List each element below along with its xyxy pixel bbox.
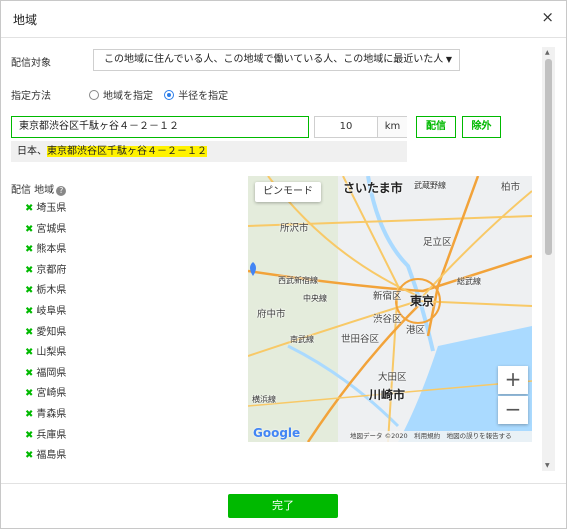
delivery-target-label: 配信対象	[11, 58, 51, 69]
remove-icon[interactable]: ✖	[25, 244, 33, 255]
radio-area-icon[interactable]	[89, 90, 99, 100]
region-item: ✖ 愛知県	[25, 326, 66, 347]
map-label: 西武新宿線	[278, 276, 318, 285]
region-name: 栃木県	[36, 285, 67, 297]
region-list-title-text: 配信 地域	[11, 185, 55, 196]
pin-mode-button[interactable]: ピンモード	[255, 182, 321, 202]
map-label: 新宿区	[373, 291, 402, 302]
scroll-down-icon[interactable]: ▼	[545, 462, 550, 469]
radius-distance-field: 10 km	[314, 116, 407, 138]
region-item: ✖ 山梨県	[25, 346, 66, 367]
done-button[interactable]: 完了	[228, 494, 338, 518]
region-name: 愛知県	[36, 326, 67, 338]
map-label: 足立区	[423, 237, 452, 248]
region-dialog: 地域 × 配信対象 この地域に住んでいる人、この地域で働いている人、この地域に最…	[0, 0, 567, 529]
close-icon[interactable]: ×	[541, 10, 554, 25]
region-name: 岐阜県	[36, 305, 67, 317]
map-label: 港区	[406, 325, 426, 336]
dialog-title: 地域	[13, 13, 38, 27]
radio-area[interactable]: 地域を指定	[89, 90, 153, 102]
region-item: ✖ 岐阜県	[25, 305, 66, 326]
map-attribution[interactable]: 地図データ ©2020 利用規約 地図の誤りを報告する	[350, 431, 532, 442]
map-label: さいたま市	[343, 181, 403, 195]
remove-icon[interactable]: ✖	[25, 368, 33, 379]
region-list-title: 配信 地域?	[11, 181, 67, 196]
region-name: 福岡県	[36, 367, 67, 379]
remove-icon[interactable]: ✖	[25, 327, 33, 338]
remove-icon[interactable]: ✖	[25, 450, 33, 461]
dialog-header: 地域 ×	[1, 1, 566, 38]
distance-unit: km	[377, 117, 407, 137]
map-label: 所沢市	[280, 223, 309, 234]
dialog-footer: 完了	[1, 483, 566, 529]
region-item: ✖ 栃木県	[25, 284, 66, 305]
map-label: 武蔵野線	[414, 181, 446, 190]
radio-area-label: 地域を指定	[103, 91, 153, 102]
region-name: 宮崎県	[36, 388, 67, 400]
map-label: 大田区	[378, 372, 407, 383]
map-label: 南武線	[290, 335, 314, 344]
deliver-button[interactable]: 配信	[416, 116, 456, 138]
map-label: 柏市	[501, 182, 521, 193]
map-label: 総武線	[457, 277, 481, 286]
suggestion-highlight: 東京都渋谷区千駄ヶ谷４－２－１２	[47, 146, 207, 157]
zoom-in-button[interactable]: +	[498, 366, 528, 394]
map[interactable]: ピンモード さいたま市 武蔵野線 柏市 所沢市 足立区 西武新宿線 中央線 府中…	[248, 176, 532, 442]
region-name: 兵庫県	[36, 429, 67, 441]
help-icon[interactable]: ?	[56, 186, 67, 196]
zoom-out-button[interactable]: −	[498, 396, 528, 424]
region-item: ✖ 福島県	[25, 449, 66, 470]
region-name: 埼玉県	[36, 203, 67, 214]
remove-icon[interactable]: ✖	[25, 306, 33, 317]
radio-radius-icon[interactable]	[164, 90, 175, 100]
chevron-down-icon: ▼	[445, 55, 452, 64]
region-list: ✖ 埼玉県 ✖ 宮城県 ✖ 熊本県 ✖ 京都府 ✖ 栃木県 ✖ 岐阜県 ✖ 愛知県 ✖ 山梨県 …	[25, 202, 66, 470]
remove-icon[interactable]: ✖	[25, 430, 33, 441]
scrollbar[interactable]: ▲ ▼	[542, 47, 555, 471]
map-label: 川崎市	[369, 388, 406, 402]
map-label: 東京	[410, 294, 435, 308]
region-item: ✖ 宮城県	[25, 223, 66, 244]
remove-icon[interactable]: ✖	[25, 347, 33, 358]
address-suggestion[interactable]: 日本、東京都渋谷区千駄ヶ谷４－２－１２	[11, 141, 407, 162]
region-name: 熊本県	[36, 244, 67, 256]
region-item: ✖ 宮崎県	[25, 387, 66, 408]
region-item: ✖ 埼玉県	[25, 202, 66, 223]
remove-icon[interactable]: ✖	[25, 265, 33, 276]
google-logo: Google	[253, 426, 301, 440]
map-label: 横浜線	[252, 395, 276, 404]
address-input[interactable]: 東京都渋谷区千駄ヶ谷４－２－１２	[11, 116, 309, 138]
map-label: 中央線	[303, 294, 327, 303]
radio-radius-label: 半径を指定	[178, 91, 229, 102]
map-label: 渋谷区	[373, 314, 402, 325]
delivery-target-value: この地域に住んでいる人、この地域で働いている人、この地域に最近いた人	[104, 54, 444, 65]
remove-icon[interactable]: ✖	[25, 388, 33, 399]
remove-icon[interactable]: ✖	[25, 224, 33, 235]
map-label: 世田谷区	[341, 334, 380, 345]
scroll-up-icon[interactable]: ▲	[545, 49, 550, 56]
scroll-thumb[interactable]	[545, 59, 552, 255]
radio-radius[interactable]: 半径を指定	[164, 90, 229, 102]
distance-input[interactable]: 10	[315, 117, 377, 137]
remove-icon[interactable]: ✖	[25, 285, 33, 296]
region-name: 山梨県	[36, 347, 67, 359]
region-name: 青森県	[36, 408, 67, 420]
delivery-target-select[interactable]: この地域に住んでいる人、この地域で働いている人、この地域に最近いた人 ▼	[93, 49, 460, 71]
region-item: ✖ 青森県	[25, 408, 66, 429]
remove-icon[interactable]: ✖	[25, 203, 33, 214]
region-item: ✖ 兵庫県	[25, 429, 66, 450]
map-label: 府中市	[257, 309, 286, 320]
method-radio-group: 地域を指定 半径を指定	[89, 87, 236, 102]
region-name: 宮城県	[36, 223, 67, 235]
region-name: 福島県	[36, 450, 67, 462]
remove-icon[interactable]: ✖	[25, 409, 33, 420]
exclude-button[interactable]: 除外	[462, 116, 501, 138]
region-item: ✖ 熊本県	[25, 243, 66, 264]
region-item: ✖ 京都府	[25, 264, 66, 285]
dialog-body: 配信対象 この地域に住んでいる人、この地域で働いている人、この地域に最近いた人 …	[1, 38, 542, 471]
region-item: ✖ 福岡県	[25, 367, 66, 388]
suggestion-prefix: 日本、	[17, 146, 47, 157]
region-name: 京都府	[36, 264, 67, 276]
method-label: 指定方法	[11, 91, 51, 102]
